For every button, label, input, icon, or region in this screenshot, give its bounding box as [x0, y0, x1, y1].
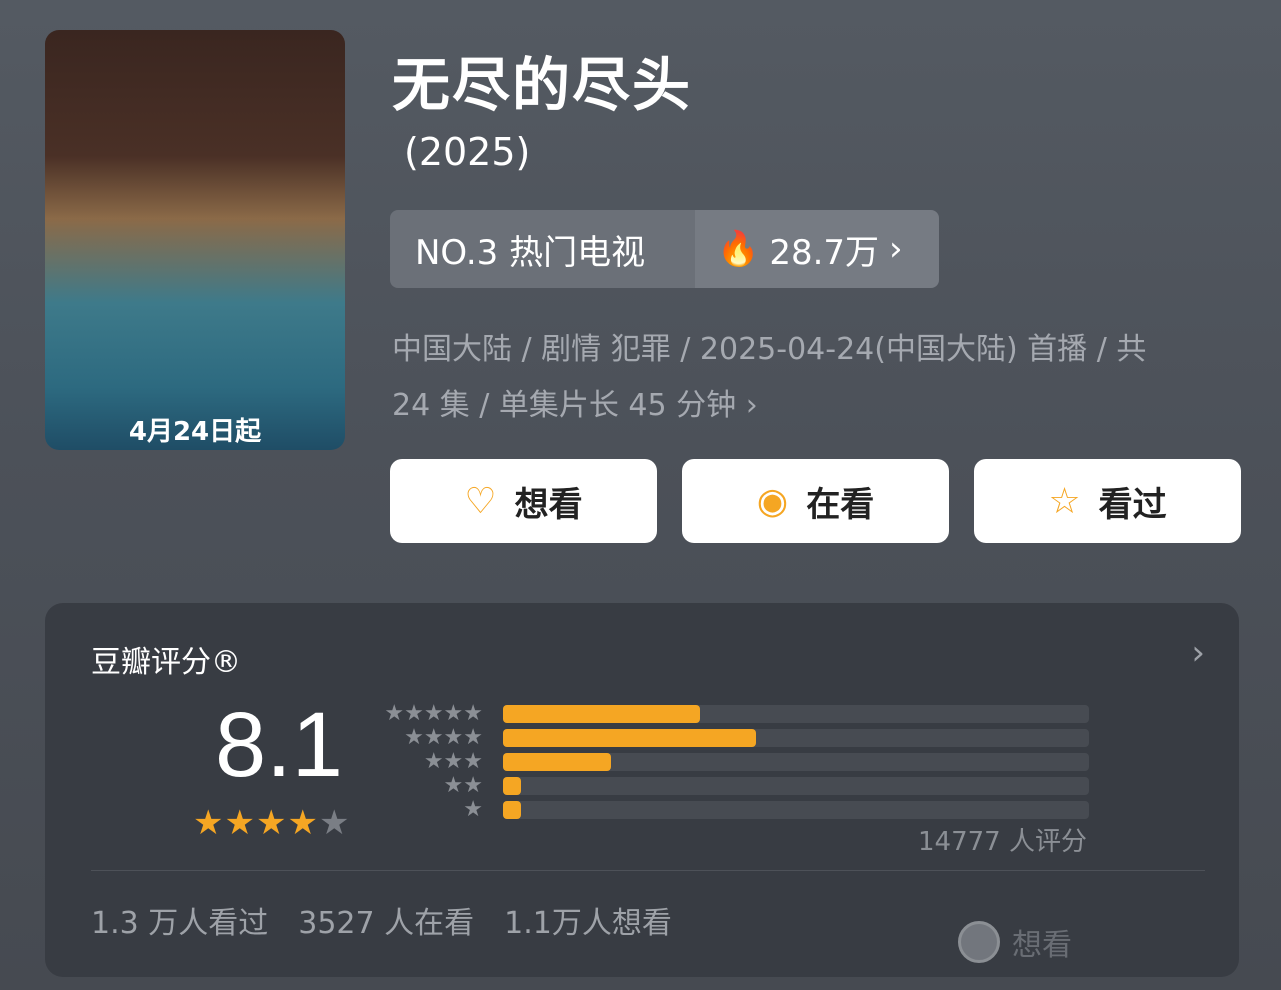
distribution-stars-icon: ★★★★	[404, 725, 483, 750]
meta-line-1: 中国大陆 / 剧情 犯罪 / 2025-04-24(中国大陆) 首播 / 共	[392, 332, 1147, 367]
poster-caption: 4月24日起	[128, 417, 262, 447]
filled-star-icon: ★	[224, 803, 256, 843]
distribution-bar	[503, 705, 701, 723]
target-icon: ◉	[756, 480, 789, 522]
meta-info[interactable]: 中国大陆 / 剧情 犯罪 / 2025-04-24(中国大陆) 首播 / 共 2…	[392, 322, 1222, 434]
distribution-stars-icon: ★★	[443, 773, 483, 798]
rank-label: NO.3 热门电视	[390, 210, 695, 288]
watching-button[interactable]: ◉ 在看	[682, 459, 949, 543]
meta-line-2: 24 集 / 单集片长 45 分钟	[392, 388, 737, 423]
distribution-track	[503, 753, 1089, 771]
want-to-watch-label: 想看	[514, 484, 583, 525]
watching-label: 在看	[806, 484, 875, 525]
chevron-right-icon: ›	[745, 388, 758, 423]
chevron-right-icon[interactable]: ›	[1191, 633, 1205, 673]
release-year: (2025)	[404, 130, 531, 174]
filled-star-icon: ★	[287, 803, 319, 843]
action-buttons: ♡ 想看 ◉ 在看 ☆ 看过	[390, 459, 1241, 543]
watch-stats: 1.3 万人看过 3527 人在看 1.1万人想看	[91, 898, 672, 942]
distribution-track	[503, 705, 1089, 723]
distribution-stars-icon: ★★★★★	[384, 701, 483, 726]
distribution-stars-icon: ★★★	[423, 749, 483, 774]
distribution-track	[503, 729, 1089, 747]
heart-plus-icon: ♡	[464, 480, 497, 522]
filled-star-icon: ★	[193, 803, 225, 843]
watched-count[interactable]: 1.3 万人看过	[91, 898, 268, 942]
distribution-track	[503, 801, 1089, 819]
want-to-watch-button[interactable]: ♡ 想看	[390, 459, 657, 543]
distribution-bar	[503, 801, 521, 819]
ranking-badge[interactable]: NO.3 热门电视 🔥 28.7万 ›	[390, 210, 939, 288]
distribution-row-3: ★★★	[383, 751, 1093, 773]
heat-indicator[interactable]: 🔥 28.7万 ›	[695, 210, 939, 288]
distribution-row-4: ★★★★	[383, 727, 1093, 749]
poster-image[interactable]: 4月24日起	[45, 30, 345, 450]
watched-label: 看过	[1098, 484, 1167, 525]
page-title: 无尽的尽头	[392, 51, 693, 119]
distribution-row-5: ★★★★★	[383, 703, 1093, 725]
watermark-text: 想看	[1012, 928, 1072, 963]
filled-star-icon: ★	[255, 803, 288, 843]
watched-button[interactable]: ☆ 看过	[974, 459, 1241, 543]
distribution-stars-icon: ★	[463, 797, 483, 822]
heat-value: 28.7万	[769, 232, 880, 273]
distribution-track	[503, 777, 1089, 795]
distribution-row-2: ★★	[383, 775, 1093, 797]
divider	[91, 870, 1205, 871]
distribution-bar	[503, 777, 521, 795]
watermark-logo	[958, 921, 1000, 963]
star-outline-icon: ☆	[1048, 480, 1081, 522]
rating-title: 豆瓣评分®	[91, 645, 241, 680]
rating-count: 14777 人评分	[918, 827, 1087, 857]
distribution-bar	[503, 729, 757, 747]
flame-icon: 🔥	[717, 229, 760, 269]
score-stars: ★★★★★	[193, 803, 350, 843]
distribution-bar	[503, 753, 612, 771]
rating-score: 8.1	[215, 694, 343, 796]
want-count[interactable]: 1.1万人想看	[504, 898, 672, 942]
chevron-right-icon: ›	[889, 229, 903, 269]
distribution-row-1: ★	[383, 799, 1093, 821]
watermark: 想看	[958, 920, 1072, 964]
watching-count[interactable]: 3527 人在看	[298, 898, 474, 942]
empty-star-icon: ★	[318, 803, 351, 843]
